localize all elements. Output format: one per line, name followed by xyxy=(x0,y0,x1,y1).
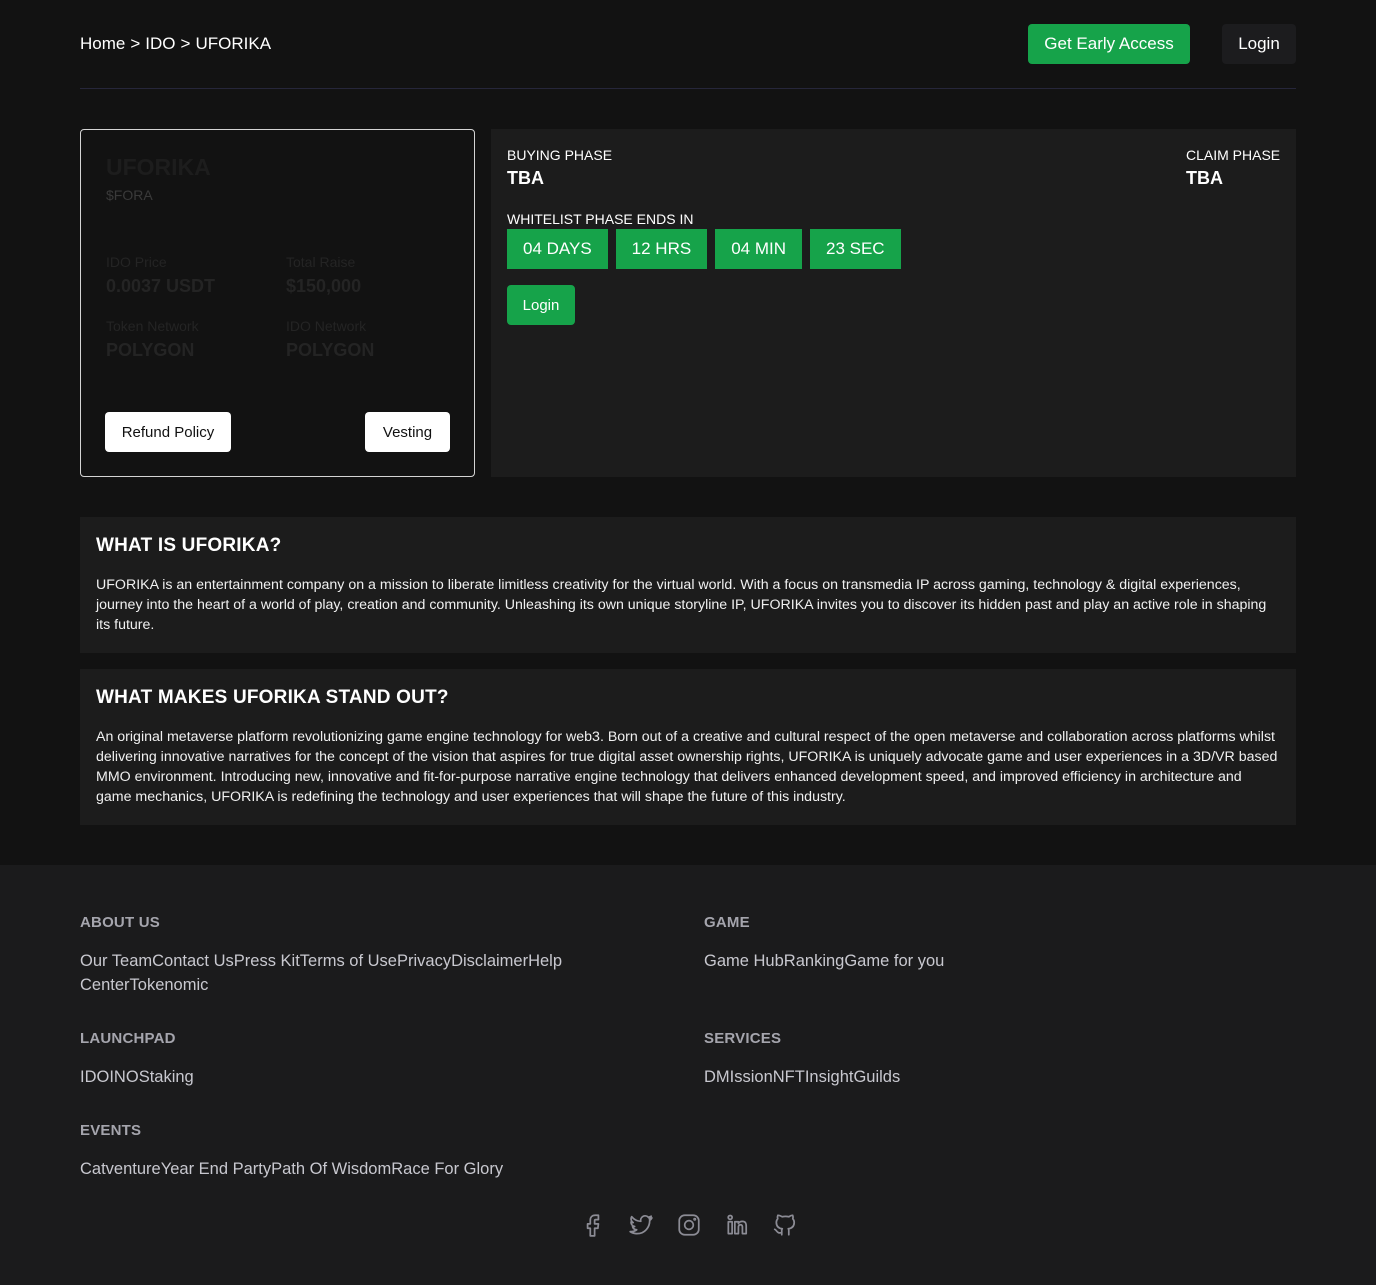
footer-events: EVENTS CatventureYear End PartyPath Of W… xyxy=(80,1122,600,1181)
stat-total-raise: Total Raise $150,000 xyxy=(286,254,361,297)
footer-link[interactable]: Tokenomic xyxy=(130,976,209,994)
breadcrumb-current[interactable]: UFORIKA xyxy=(195,34,271,54)
stat-ido-network: IDO Network POLYGON xyxy=(286,318,374,361)
footer-link[interactable]: INO xyxy=(109,1068,138,1086)
stat-ido-price: IDO Price 0.0037 USDT xyxy=(106,254,215,297)
breadcrumb-separator: > xyxy=(130,34,141,53)
stat-value: POLYGON xyxy=(286,340,375,360)
countdown-minutes: 04 MIN xyxy=(715,229,802,269)
twitter-icon[interactable] xyxy=(628,1212,654,1238)
footer-link[interactable]: Catventure xyxy=(80,1160,161,1178)
footer-link[interactable]: Race For Glory xyxy=(391,1160,503,1178)
countdown-timer: 04 DAYS 12 HRS 04 MIN 23 SEC xyxy=(507,229,901,269)
buying-phase-label: BUYING PHASE xyxy=(507,147,613,163)
breadcrumb-separator: > xyxy=(180,34,191,53)
breadcrumb-home[interactable]: Home xyxy=(80,34,125,54)
footer-link[interactable]: NFTInsight xyxy=(773,1068,854,1086)
claim-phase-label: CLAIM PHASE xyxy=(1186,147,1281,163)
social-links xyxy=(580,1212,798,1238)
claim-phase: CLAIM PHASE TBA xyxy=(1186,147,1280,189)
footer-title: ABOUT US xyxy=(80,914,160,931)
section-body: An original metaverse platform revolutio… xyxy=(96,729,1278,805)
footer-link[interactable]: Disclaimer xyxy=(451,952,528,970)
footer-links: Game HubRankingGame for you xyxy=(704,949,1224,973)
footer-link[interactable]: IDO xyxy=(80,1068,109,1086)
countdown-days: 04 DAYS xyxy=(507,229,608,269)
footer-link[interactable]: Our Team xyxy=(80,952,152,970)
phase-login-button[interactable]: Login xyxy=(507,285,575,325)
stat-label: Token Network xyxy=(106,318,199,334)
footer-link[interactable]: DMIssion xyxy=(704,1068,773,1086)
footer-about: ABOUT US Our TeamContact UsPress KitTerm… xyxy=(80,914,600,997)
stat-token-network: Token Network POLYGON xyxy=(106,318,199,361)
footer-link[interactable]: Ranking xyxy=(784,952,845,970)
footer-title: LAUNCHPAD xyxy=(80,1030,176,1047)
footer-title: EVENTS xyxy=(80,1122,142,1139)
footer-links: DMIssionNFTInsightGuilds xyxy=(704,1065,1224,1089)
linkedin-icon[interactable] xyxy=(724,1212,750,1238)
footer-link[interactable]: Terms of Use xyxy=(300,952,397,970)
facebook-icon[interactable] xyxy=(580,1212,606,1238)
footer-link[interactable]: Year End Party xyxy=(161,1160,271,1178)
breadcrumb-ido[interactable]: IDO xyxy=(145,34,175,54)
stat-value: 0.0037 USDT xyxy=(106,276,216,296)
stand-out-section: WHAT MAKES UFORIKA STAND OUT? An origina… xyxy=(80,669,1296,825)
get-early-access-button[interactable]: Get Early Access xyxy=(1028,24,1190,64)
stat-value: $150,000 xyxy=(286,276,362,296)
breadcrumb: Home > IDO > UFORIKA xyxy=(80,34,271,54)
refund-policy-button[interactable]: Refund Policy xyxy=(105,412,231,452)
footer-link[interactable]: Staking xyxy=(139,1068,194,1086)
footer: ABOUT US Our TeamContact UsPress KitTerm… xyxy=(0,865,1376,1285)
stat-label: IDO Price xyxy=(106,254,167,270)
token-name: UFORIKA xyxy=(106,154,211,180)
phase-panel: BUYING PHASE TBA CLAIM PHASE TBA WHITELI… xyxy=(491,129,1296,477)
footer-title: GAME xyxy=(704,914,750,931)
footer-game: GAME Game HubRankingGame for you xyxy=(704,914,1224,973)
footer-links: CatventureYear End PartyPath Of WisdomRa… xyxy=(80,1157,600,1181)
github-icon[interactable] xyxy=(772,1212,798,1238)
instagram-icon[interactable] xyxy=(676,1212,702,1238)
header-login-button[interactable]: Login xyxy=(1222,24,1296,64)
buying-phase: BUYING PHASE TBA xyxy=(507,147,612,189)
section-title: WHAT IS UFORIKA? xyxy=(96,535,282,556)
footer-link[interactable]: Press Kit xyxy=(234,952,300,970)
countdown-seconds: 23 SEC xyxy=(810,229,901,269)
buying-phase-value: TBA xyxy=(507,168,544,188)
what-is-section: WHAT IS UFORIKA? UFORIKA is an entertain… xyxy=(80,517,1296,653)
stat-value: POLYGON xyxy=(106,340,195,360)
whitelist-phase-label: WHITELIST PHASE ENDS IN xyxy=(507,211,694,227)
header-actions: Get Early Access Login xyxy=(1028,24,1296,64)
footer-link[interactable]: Game for you xyxy=(844,952,944,970)
footer-services: SERVICES DMIssionNFTInsightGuilds xyxy=(704,1030,1224,1089)
footer-link[interactable]: Game Hub xyxy=(704,952,784,970)
stat-label: Total Raise xyxy=(286,254,356,270)
footer-link[interactable]: Path Of Wisdom xyxy=(271,1160,391,1178)
claim-phase-value: TBA xyxy=(1186,168,1223,188)
stat-label: IDO Network xyxy=(286,318,367,334)
footer-launchpad: LAUNCHPAD IDOINOStaking xyxy=(80,1030,600,1089)
footer-links: IDOINOStaking xyxy=(80,1065,600,1089)
section-title: WHAT MAKES UFORIKA STAND OUT? xyxy=(96,687,449,708)
token-symbol: $FORA xyxy=(106,187,153,203)
section-body: UFORIKA is an entertainment company on a… xyxy=(96,577,1267,633)
countdown-hours: 12 HRS xyxy=(615,229,708,269)
footer-link[interactable]: Privacy xyxy=(397,952,451,970)
footer-link[interactable]: Contact Us xyxy=(152,952,234,970)
top-header: Home > IDO > UFORIKA Get Early Access Lo… xyxy=(80,0,1296,89)
footer-links: Our TeamContact UsPress KitTerms of UseP… xyxy=(80,949,600,997)
footer-title: SERVICES xyxy=(704,1030,782,1047)
token-card: UFORIKA $FORA IDO Price 0.0037 USDT Tota… xyxy=(80,129,475,477)
footer-link[interactable]: Guilds xyxy=(853,1068,900,1086)
vesting-button[interactable]: Vesting xyxy=(365,412,450,452)
